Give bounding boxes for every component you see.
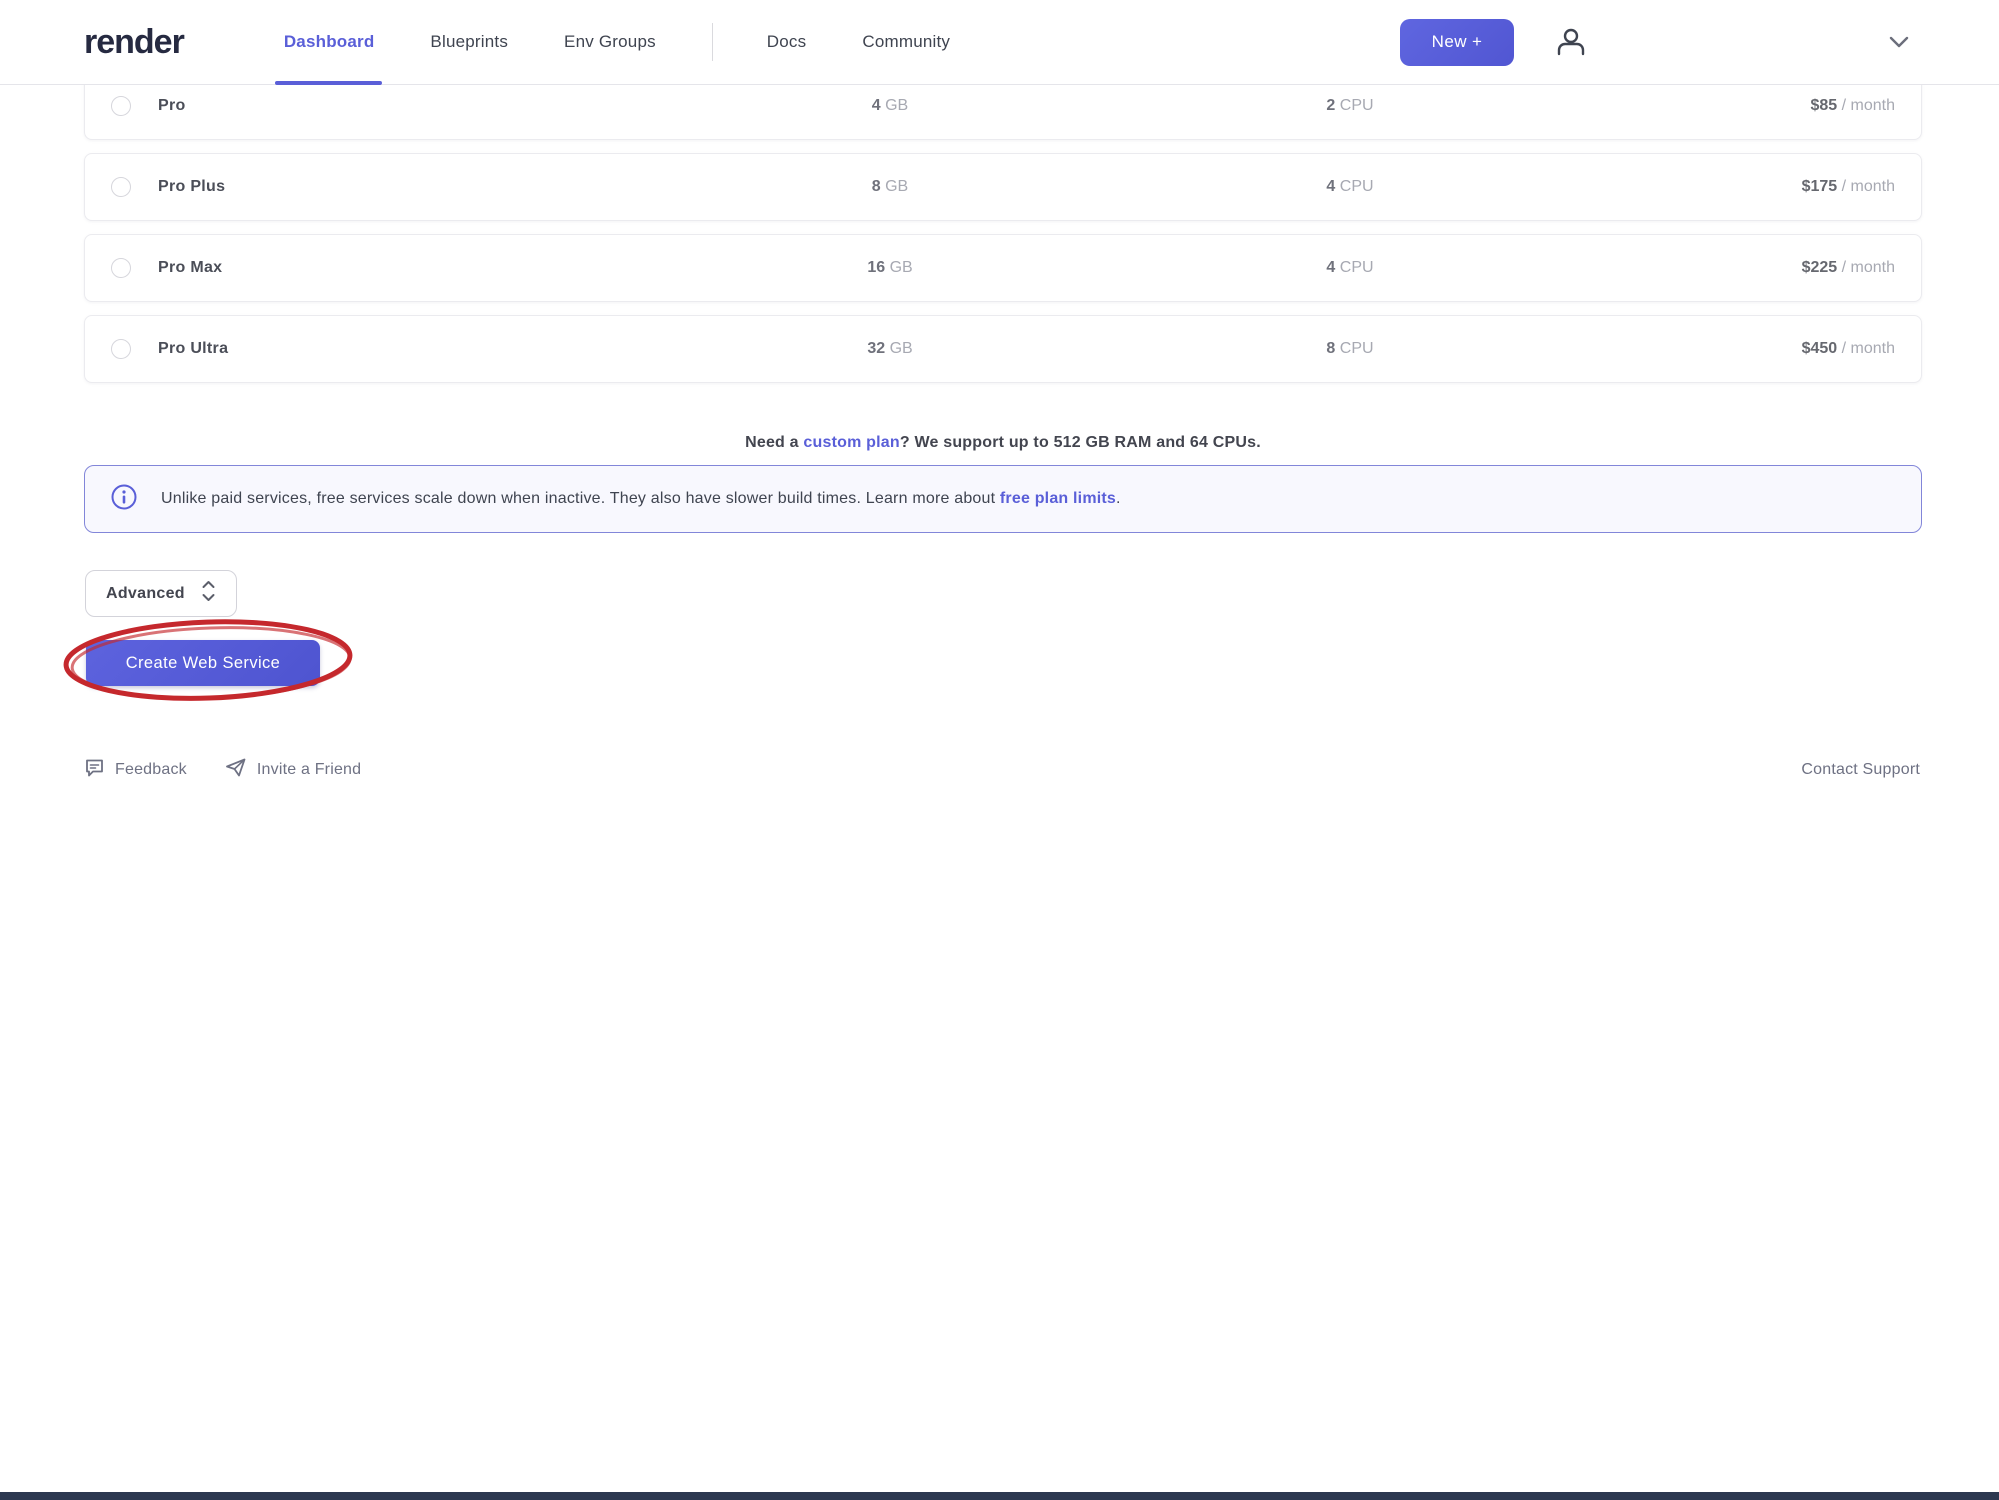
cpu-unit: CPU <box>1340 178 1374 195</box>
chevron-down-icon[interactable] <box>1888 35 1910 49</box>
ram-unit: GB <box>885 97 908 114</box>
plan-cpu: 4 CPU <box>1285 259 1415 277</box>
ram-value: 4 <box>872 97 881 114</box>
plan-price: $450 / month <box>1802 340 1895 358</box>
nav-item-env-groups[interactable]: Env Groups <box>564 0 656 84</box>
nav-item-label: Dashboard <box>284 32 375 52</box>
cpu-value: 8 <box>1326 340 1335 357</box>
plan-name: Pro Max <box>158 259 222 277</box>
ram-value: 32 <box>867 340 885 357</box>
free-plan-info-banner: Unlike paid services, free services scal… <box>84 465 1922 533</box>
invite-label: Invite a Friend <box>257 761 361 779</box>
nav-item-label: Docs <box>767 32 807 52</box>
ram-value: 8 <box>872 178 881 195</box>
feedback-label: Feedback <box>115 761 187 779</box>
banner-text-main: Unlike paid services, free services scal… <box>161 490 1000 507</box>
render-logo[interactable]: render <box>84 23 184 62</box>
main-content: Pro 4 GB 2 CPU $85 / month Pro Plus 8 GB… <box>0 85 1999 1492</box>
nav-item-docs[interactable]: Docs <box>767 0 807 84</box>
plan-price: $85 / month <box>1810 97 1895 115</box>
account-avatar-icon[interactable] <box>1554 25 1588 59</box>
price-suffix: / month <box>1842 259 1895 276</box>
advanced-label: Advanced <box>106 585 185 603</box>
plan-name: Pro Plus <box>158 178 225 196</box>
banner-text-suffix: . <box>1116 490 1121 507</box>
nav-item-dashboard[interactable]: Dashboard <box>284 0 375 84</box>
paper-plane-icon <box>225 757 247 783</box>
custom-plan-line: Need a custom plan? We support up to 512… <box>84 434 1922 452</box>
info-icon <box>111 484 137 515</box>
ram-unit: GB <box>890 340 913 357</box>
plan-cpu: 4 CPU <box>1285 178 1415 196</box>
plan-row-pro-ultra[interactable]: Pro Ultra 32 GB 8 CPU $450 / month <box>84 315 1922 383</box>
cpu-unit: CPU <box>1340 259 1374 276</box>
custom-plan-suffix: ? We support up to 512 GB RAM and 64 CPU… <box>900 434 1261 451</box>
banner-text: Unlike paid services, free services scal… <box>161 490 1121 508</box>
advanced-toggle-button[interactable]: Advanced <box>85 570 237 617</box>
bottom-edge-bar <box>0 1492 1999 1500</box>
primary-nav: Dashboard Blueprints Env Groups Docs Com… <box>284 0 1006 84</box>
nav-item-blueprints[interactable]: Blueprints <box>430 0 508 84</box>
plan-row-pro-plus[interactable]: Pro Plus 8 GB 4 CPU $175 / month <box>84 153 1922 221</box>
price-suffix: / month <box>1842 178 1895 195</box>
price-suffix: / month <box>1842 340 1895 357</box>
plan-row-pro[interactable]: Pro 4 GB 2 CPU $85 / month <box>84 85 1922 140</box>
unfold-chevrons-icon <box>201 580 216 607</box>
price-suffix: / month <box>1842 97 1895 114</box>
active-tab-underline <box>275 81 383 85</box>
cpu-value: 2 <box>1326 97 1335 114</box>
plan-ram: 8 GB <box>825 178 955 196</box>
invite-a-friend-link[interactable]: Invite a Friend <box>225 757 361 783</box>
topbar-right: New + <box>1400 19 1999 66</box>
free-plan-limits-link[interactable]: free plan limits <box>1000 490 1116 507</box>
plan-price: $175 / month <box>1802 178 1895 196</box>
contact-support-link[interactable]: Contact Support <box>1801 761 1920 779</box>
plan-ram: 32 GB <box>825 340 955 358</box>
cpu-unit: CPU <box>1340 340 1374 357</box>
price-value: $225 <box>1802 259 1838 276</box>
ram-value: 16 <box>867 259 885 276</box>
nav-item-label: Env Groups <box>564 32 656 52</box>
plan-ram: 16 GB <box>825 259 955 277</box>
app-window: render Dashboard Blueprints Env Groups D… <box>0 0 1999 1500</box>
feedback-link[interactable]: Feedback <box>84 757 187 783</box>
create-web-service-button[interactable]: Create Web Service <box>86 640 320 686</box>
price-value: $85 <box>1810 97 1837 114</box>
feedback-bubble-icon <box>84 757 105 783</box>
cpu-value: 4 <box>1326 178 1335 195</box>
radio-button[interactable] <box>111 96 131 116</box>
nav-item-label: Community <box>862 32 950 52</box>
ram-unit: GB <box>890 259 913 276</box>
top-navbar: render Dashboard Blueprints Env Groups D… <box>0 0 1999 85</box>
plan-price: $225 / month <box>1802 259 1895 277</box>
cpu-unit: CPU <box>1340 97 1374 114</box>
price-value: $450 <box>1802 340 1838 357</box>
radio-button[interactable] <box>111 177 131 197</box>
nav-item-label: Blueprints <box>430 32 508 52</box>
plan-cpu: 8 CPU <box>1285 340 1415 358</box>
price-value: $175 <box>1802 178 1838 195</box>
radio-button[interactable] <box>111 339 131 359</box>
custom-plan-link[interactable]: custom plan <box>803 434 899 451</box>
nav-divider <box>712 23 713 61</box>
plan-name: Pro <box>158 97 186 115</box>
plan-row-pro-max[interactable]: Pro Max 16 GB 4 CPU $225 / month <box>84 234 1922 302</box>
cpu-value: 4 <box>1326 259 1335 276</box>
page-footer: Feedback Invite a Friend Contact Support <box>84 757 1920 783</box>
new-button[interactable]: New + <box>1400 19 1514 66</box>
plan-cpu: 2 CPU <box>1285 97 1415 115</box>
plan-name: Pro Ultra <box>158 340 228 358</box>
nav-item-community[interactable]: Community <box>862 0 950 84</box>
radio-button[interactable] <box>111 258 131 278</box>
ram-unit: GB <box>885 178 908 195</box>
custom-plan-prefix: Need a <box>745 434 803 451</box>
plan-ram: 4 GB <box>825 97 955 115</box>
